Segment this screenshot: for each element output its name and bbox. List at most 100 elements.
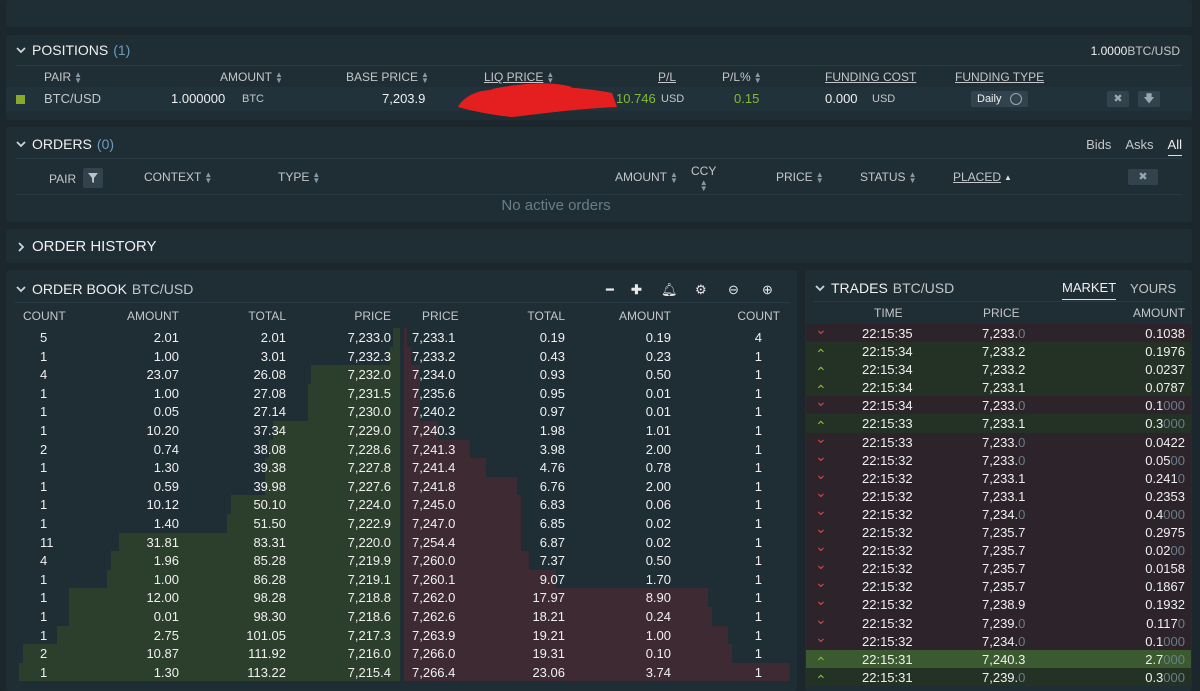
trade-price: 7,235.7 [982,525,1026,541]
positions-title: POSITIONS [32,42,109,58]
zoom-in-icon[interactable]: ⊕ [762,282,773,298]
col-amount[interactable]: AMOUNT ▲ ▼ [220,70,283,84]
trade-price: 7,235.7 [982,543,1026,559]
order-history-header[interactable]: ORDER HISTORY [16,238,156,255]
order-book-row[interactable]: 1 10.12 50.10 7,224.0 7,245.0 6.83 0.06 1 [15,495,790,514]
trade-time: 22:15:33 [862,434,913,450]
orders-header[interactable]: ORDERS (0) [16,136,114,152]
order-history-panel[interactable]: ORDER HISTORY [6,229,1192,263]
trade-row: ⌃ 22:15:31 7,239.0 0.3000 [806,667,1191,688]
position-pl-pct: 0.15 [734,91,760,106]
col-type[interactable]: TYPE ▲ ▼ [278,170,320,184]
gear-icon[interactable]: ⚙ [695,282,707,298]
order-book-row[interactable]: 1 0.59 39.98 7,227.6 7,241.8 6.76 2.00 1 [15,476,790,496]
tab-bids[interactable]: Bids [1086,137,1111,156]
order-book-row[interactable]: 5 2.01 2.01 7,233.0 7,233.1 0.19 0.19 4 [15,328,790,347]
bid-total: 39.98 [253,478,286,494]
order-book-row[interactable]: 11 31.81 83.31 7,220.0 7,254.4 6.87 0.02 1 [15,532,790,552]
ask-price: 7,235.6 [412,385,456,401]
col-pl-pct[interactable]: P/L% ▲ ▼ [722,70,762,84]
trade-row: ⌄ 22:15:32 7,233.1 0.2410 [806,465,1191,487]
bid-total: 2.01 [260,330,286,345]
orders-tabs: Bids Asks All [1086,137,1182,156]
tab-market[interactable]: MARKET [1062,280,1117,300]
trade-price: 7,233.1 [982,416,1026,432]
order-book-row[interactable]: 1 1.00 27.08 7,231.5 7,235.6 0.95 0.01 1 [15,383,790,403]
position-pair: BTC/USD [44,91,102,106]
divider [15,302,790,303]
order-book-row[interactable]: 1 12.00 98.28 7,218.8 7,262.0 17.97 8.90 1 [15,588,790,607]
order-book-row[interactable]: 4 1.96 85.28 7,219.9 7,260.0 7.37 0.50 1 [15,551,790,570]
order-book-row[interactable]: 1 1.30 113.22 7,215.4 7,266.4 23.06 3.74 1 [15,662,790,682]
bell-icon[interactable]: 🔔︎ [661,282,678,298]
bid-price: 7,228.6 [347,441,391,457]
close-position-button[interactable]: ✖ [1107,91,1129,107]
ob-col-ask-amount: AMOUNT [619,309,671,323]
col-funding-cost[interactable]: FUNDING COST [825,70,916,84]
order-book-row[interactable]: 1 0.05 27.14 7,230.0 7,240.2 0.97 0.01 1 [15,402,790,421]
increase-precision-icon[interactable]: ✚ [631,282,642,298]
funding-type-select[interactable]: Daily [971,91,1028,107]
pair-filter-button[interactable] [83,168,103,188]
col-placed[interactable]: PLACED ▲ [953,170,1012,184]
bid-count: 1 [40,385,48,401]
order-book-row[interactable]: 2 0.74 38.08 7,228.6 7,241.3 3.98 2.00 1 [15,439,790,459]
ask-total: 0.97 [539,404,565,420]
bid-amount: 31.81 [146,534,179,550]
col-pair[interactable]: PAIR ▲ ▼ [44,70,82,84]
order-book-header[interactable]: ORDER BOOK BTC/USD [16,281,193,297]
trades-rows: ⌄ 22:15:35 7,233.0 0.1038 ⌃ 22:15:34 7,233.2 0.… [806,324,1191,691]
reduce-position-button[interactable]: 🡇 [1138,91,1160,107]
order-book-row[interactable]: 2 10.87 111.92 7,216.0 7,266.0 19.31 0.10 1 [15,644,790,663]
ask-amount: 1.01 [645,422,671,438]
decrease-precision-icon[interactable]: ━ [606,282,614,298]
ask-total: 4.76 [539,460,565,476]
trade-amount: 0.1867 [1145,579,1185,595]
order-book-row[interactable]: 1 1.40 51.50 7,222.9 7,247.0 6.85 0.02 1 [15,513,790,533]
col-pair[interactable]: PAIR [49,172,76,186]
trade-price: 7,233.2 [982,344,1026,360]
order-book-row[interactable]: 1 2.75 101.05 7,217.3 7,263.9 19.21 1.00 1 [15,625,790,645]
trades-header[interactable]: TRADES BTC/USD [815,280,954,296]
col-price[interactable]: PRICE ▲ ▼ [776,170,824,184]
ask-price: 7,247.0 [412,515,456,531]
tab-all[interactable]: All [1167,137,1182,156]
order-book-row[interactable]: 1 1.00 86.28 7,219.1 7,260.1 9.07 1.70 1 [15,569,790,589]
order-book-row[interactable]: 1 0.01 98.30 7,218.6 7,262.6 18.21 0.24 1 [15,606,790,626]
trade-amount-trailing: 000 [1163,506,1185,522]
bid-count: 1 [40,590,48,606]
col-pl[interactable]: P/L [658,70,676,84]
trade-price: 7,233.1 [982,380,1026,396]
order-book-row[interactable]: 4 23.07 26.08 7,232.0 7,234.0 0.93 0.50 1 [15,365,790,384]
col-status[interactable]: STATUS ▲ ▼ [860,170,916,184]
chevron-down-icon [16,141,26,148]
position-row[interactable]: BTC/USD 1.000000 BTC 7,203.9 10.746 USD … [6,83,1192,117]
order-book-row[interactable]: 1 10.20 37.34 7,229.0 7,240.3 1.98 1.01 1 [15,420,790,440]
trade-time: 22:15:34 [862,380,913,396]
bid-amount: 10.87 [146,646,179,662]
trades-pair: BTC/USD [892,280,955,296]
zoom-out-icon[interactable]: ⊖ [728,282,739,298]
position-status-square [16,95,25,104]
col-amount[interactable]: AMOUNT ▲ ▼ [615,170,678,184]
positions-header[interactable]: POSITIONS (1) [16,42,130,58]
col-context[interactable]: CONTEXT ▲ ▼ [144,170,212,184]
tab-asks[interactable]: Asks [1125,137,1153,156]
bid-price: 7,229.0 [347,422,391,438]
tab-yours[interactable]: YOURS [1130,281,1176,296]
col-ccy[interactable]: CCY ▲ ▼ [691,164,716,192]
trade-row: ⌄ 22:15:32 7,235.7 0.1867 [806,574,1191,596]
arrow-down-icon: ⌄ [815,465,827,482]
bid-count: 11 [40,534,54,550]
col-base-price[interactable]: BASE PRICE ▲ ▼ [346,70,429,84]
trade-amount: 0.0787 [1145,380,1185,396]
arrow-down-icon: 🡇 [1143,93,1155,105]
col-funding-type[interactable]: FUNDING TYPE [955,70,1044,84]
ask-total: 6.85 [539,515,565,531]
bid-price: 7,232.3 [347,348,391,364]
order-book-row[interactable]: 1 1.00 3.01 7,232.3 7,233.2 0.43 0.23 1 [15,346,790,366]
order-book-row[interactable]: 1 1.30 39.38 7,227.8 7,241.4 4.76 0.78 1 [15,458,790,477]
bid-amount: 1.40 [153,515,179,531]
trade-row: ⌃ 22:15:33 7,233.1 0.3000 [806,414,1191,434]
cancel-all-orders-button[interactable]: ✖ [1128,169,1158,185]
